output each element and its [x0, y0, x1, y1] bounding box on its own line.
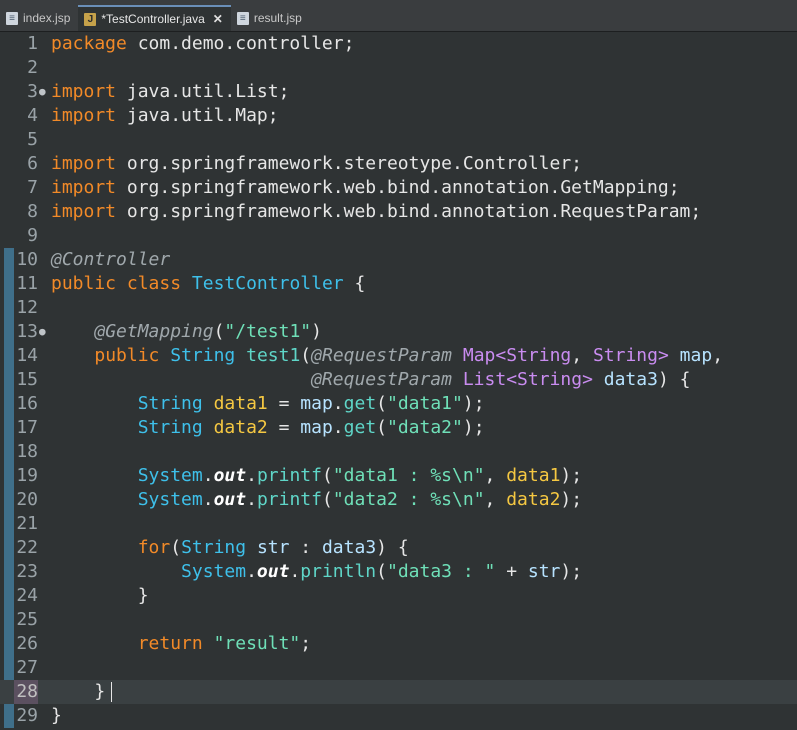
close-icon[interactable]: ✕ — [213, 12, 223, 26]
line-number: 14 — [16, 345, 38, 366]
code-line[interactable]: 14 public String test1(@RequestParam Map… — [0, 344, 797, 368]
line-number: 18 — [16, 441, 38, 462]
code-text: } — [51, 585, 149, 606]
code-line[interactable]: 18 — [0, 440, 797, 464]
line-number: 24 — [16, 585, 38, 606]
line-number: 2 — [27, 57, 38, 78]
line-number: 22 — [16, 537, 38, 558]
code-text: String data1 = map.get("data1"); — [137, 393, 485, 414]
code-line[interactable]: 20 System.out.printf("data2 : %s\n", dat… — [0, 488, 797, 512]
line-number: 29 — [16, 705, 38, 726]
line-number: 23 — [16, 561, 38, 582]
tab-label: result.jsp — [253, 11, 302, 25]
code-line[interactable]: 19 System.out.printf("data1 : %s\n", dat… — [0, 464, 797, 488]
code-text: } — [51, 705, 62, 726]
code-line[interactable]: 16 String data1 = map.get("data1"); — [0, 392, 797, 416]
code-text: import org.springframework.web.bind.anno… — [51, 201, 702, 222]
code-text: System.out.printf("data1 : %s\n", data1)… — [137, 465, 583, 486]
java-file-icon: J — [84, 12, 97, 26]
line-number: 3 — [27, 81, 38, 102]
line-number: 19 — [16, 465, 38, 486]
line-number: 27 — [16, 657, 38, 678]
line-number: 4 — [27, 105, 38, 126]
code-text: System.out.println("data3 : " + str); — [181, 561, 583, 582]
line-number: 21 — [16, 513, 38, 534]
code-text: public String test1(@RequestParam Map<St… — [94, 345, 724, 366]
code-text: import java.util.List; — [51, 81, 290, 102]
code-text: import org.springframework.stereotype.Co… — [51, 153, 583, 174]
line-number: 7 — [27, 177, 38, 198]
line-number: 12 — [16, 297, 38, 318]
tab-label: index.jsp — [23, 11, 71, 25]
code-text: for(String str : data3) { — [137, 537, 409, 558]
code-line[interactable]: 8 import org.springframework.web.bind.ann… — [0, 200, 797, 224]
line-number: 10 — [16, 249, 38, 270]
code-text: import java.util.Map; — [51, 105, 279, 126]
tab-index-jsp[interactable]: ≡ index.jsp — [0, 5, 78, 31]
code-line[interactable]: 12 — [0, 296, 797, 320]
code-line[interactable]: 10 @Controller — [0, 248, 797, 272]
code-line[interactable]: 28 } — [0, 680, 797, 704]
line-number: 15 — [16, 369, 38, 390]
tab-test-controller-java[interactable]: J *TestController.java ✕ — [78, 5, 231, 31]
code-text: public class TestController { — [51, 273, 366, 294]
code-line[interactable]: 24 } — [0, 584, 797, 608]
code-line[interactable]: 23 System.out.println("data3 : " + str); — [0, 560, 797, 584]
code-line[interactable]: 26 return "result"; — [0, 632, 797, 656]
code-line[interactable]: 4 import java.util.Map; — [0, 104, 797, 128]
code-text: import org.springframework.web.bind.anno… — [51, 177, 680, 198]
line-number: 20 — [16, 489, 38, 510]
line-number: 1 — [27, 33, 38, 54]
code-line[interactable]: 5 — [0, 128, 797, 152]
code-editor[interactable]: 1 package com.demo.controller; 2 3 ● import j… — [0, 32, 797, 730]
line-number: 9 — [27, 225, 38, 246]
code-text: return "result"; — [137, 633, 312, 654]
code-text: String data2 = map.get("data2"); — [137, 417, 485, 438]
code-line[interactable]: 1 package com.demo.controller; — [0, 32, 797, 56]
line-number: 6 — [27, 153, 38, 174]
line-number: 16 — [16, 393, 38, 414]
code-line[interactable]: 17 String data2 = map.get("data2"); — [0, 416, 797, 440]
code-line[interactable]: 11 public class TestController { — [0, 272, 797, 296]
code-line[interactable]: 27 — [0, 656, 797, 680]
code-line[interactable]: 21 — [0, 512, 797, 536]
code-line[interactable]: 22 for(String str : data3) { — [0, 536, 797, 560]
line-number: 11 — [16, 273, 38, 294]
tab-label: *TestController.java — [101, 12, 205, 26]
line-number: 5 — [27, 129, 38, 150]
code-line[interactable]: 3 ● import java.util.List; — [0, 80, 797, 104]
fold-toggle-icon[interactable]: ● — [39, 80, 47, 104]
line-number: 25 — [16, 609, 38, 630]
fold-toggle-icon[interactable]: ● — [39, 320, 47, 344]
code-text: @Controller — [51, 249, 171, 270]
code-line[interactable]: 6 import org.springframework.stereotype.C… — [0, 152, 797, 176]
jsp-file-icon: ≡ — [6, 11, 18, 25]
line-number: 13 — [16, 321, 38, 342]
code-text: System.out.printf("data2 : %s\n", data2)… — [137, 489, 583, 510]
code-line[interactable]: 13 ● @GetMapping("/test1") — [0, 320, 797, 344]
tab-result-jsp[interactable]: ≡ result.jsp — [231, 5, 310, 31]
code-line[interactable]: 9 — [0, 224, 797, 248]
code-text: @GetMapping("/test1") — [94, 321, 322, 342]
code-text: } — [51, 680, 113, 704]
code-text: package com.demo.controller; — [51, 33, 355, 54]
code-line[interactable]: 7 import org.springframework.web.bind.ann… — [0, 176, 797, 200]
line-number: 26 — [16, 633, 38, 654]
jsp-file-icon: ≡ — [236, 11, 249, 25]
code-line[interactable]: 2 — [0, 56, 797, 80]
code-line[interactable]: 25 — [0, 608, 797, 632]
editor-tab-bar: ≡ index.jsp J *TestController.java ✕ ≡ r… — [0, 0, 797, 32]
code-line[interactable]: 15 @RequestParam List<String> data3) { — [0, 368, 797, 392]
line-number: 8 — [27, 201, 38, 222]
line-number: 28 — [14, 680, 38, 704]
text-cursor — [111, 682, 113, 702]
line-number: 17 — [16, 417, 38, 438]
code-text: @RequestParam List<String> data3) { — [311, 369, 691, 390]
code-line[interactable]: 29} — [0, 704, 797, 728]
